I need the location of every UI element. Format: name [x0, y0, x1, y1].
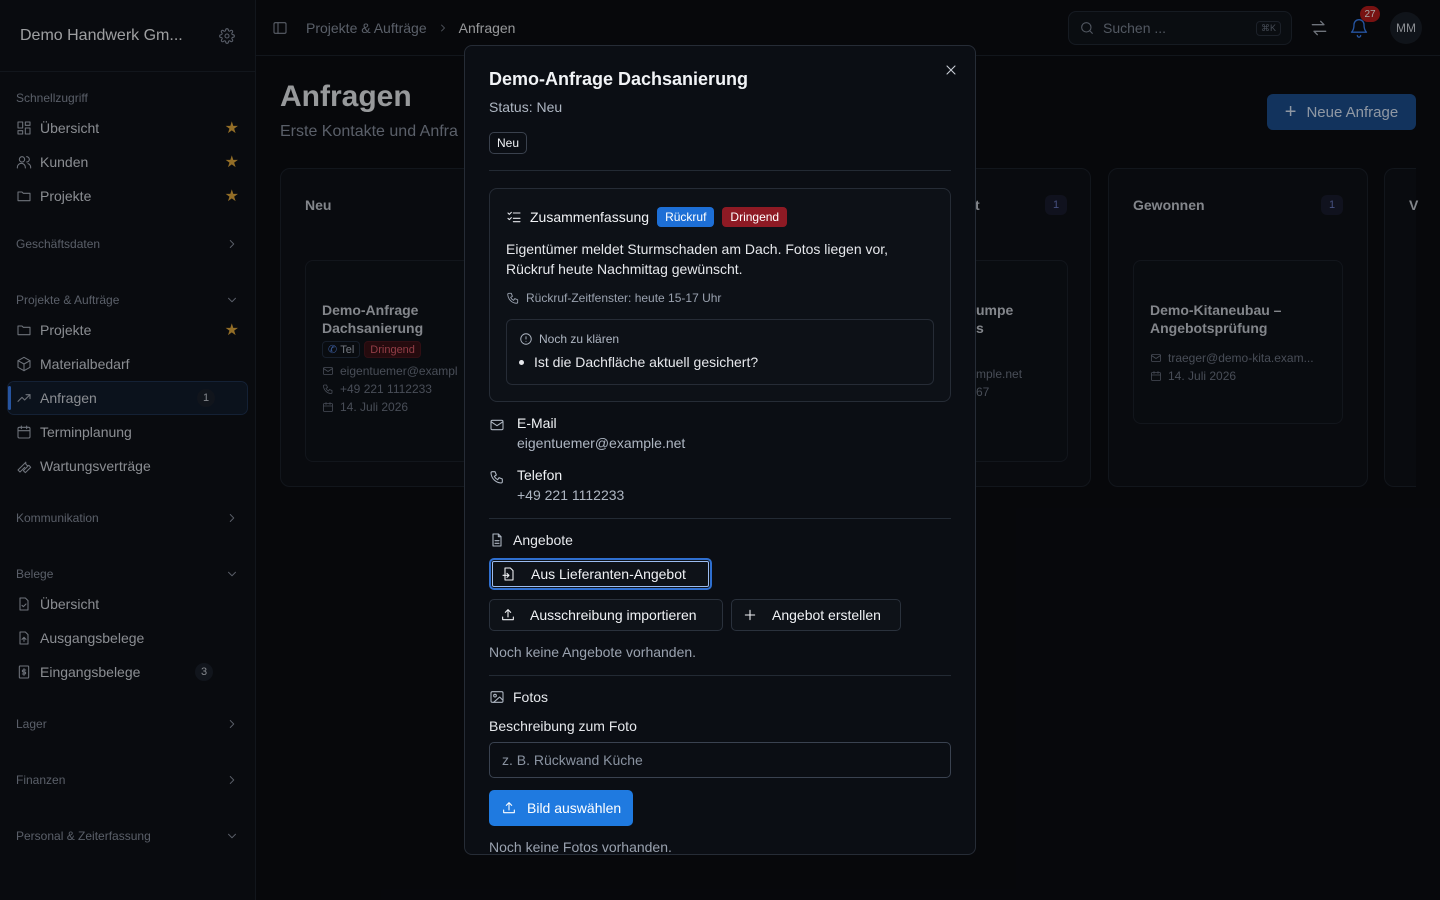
choose-image-button[interactable]: Bild auswählen	[489, 790, 634, 826]
photos-title: Fotos	[513, 689, 549, 705]
bullet	[519, 359, 524, 365]
upload-icon	[502, 609, 514, 621]
create-offer-button[interactable]: Angebot erstellen	[731, 599, 901, 631]
open-question-text: Ist die Dachfläche aktuell gesichert?	[534, 354, 759, 370]
summary-text: Eigentümer meldet Sturmschaden am Dach. …	[506, 241, 889, 277]
callback-window-text: Rückruf-Zeitfenster: heute 15-17 Uhr	[526, 291, 722, 305]
from-supplier-offer-button[interactable]: Aus Lieferanten-Angebot	[489, 558, 712, 590]
summary-header: Zusammenfassung Rückruf Dringend	[506, 207, 788, 227]
offers-empty: Noch keine Angebote vorhanden.	[489, 644, 697, 660]
callback-window: Rückruf-Zeitfenster: heute 15-17 Uhr	[506, 291, 721, 305]
dialog-title: Demo-Anfrage Dachsanierung	[489, 69, 749, 89]
close-icon[interactable]	[943, 62, 959, 78]
callback-badge: Rückruf	[657, 207, 715, 227]
photos-empty: Noch keine Fotos vorhanden.	[489, 839, 672, 855]
phone-icon	[490, 471, 503, 484]
offers-title: Angebote	[513, 532, 573, 548]
urgent-badge: Dringend	[722, 207, 788, 227]
offers-header: Angebote	[489, 532, 573, 548]
image-icon	[490, 691, 504, 703]
phone-label: Telefon	[517, 467, 563, 483]
dialog-status: Status: Neu	[489, 99, 563, 115]
button-label: Ausschreibung importieren	[530, 607, 697, 623]
file-import-icon	[502, 567, 514, 581]
upload-icon	[503, 802, 515, 814]
button-label: Angebot erstellen	[772, 607, 881, 623]
photos-header: Fotos	[489, 689, 548, 705]
plus-icon	[744, 609, 756, 621]
contact-email: E-Mail eigentuemer@example.net	[489, 415, 685, 451]
mail-icon	[490, 419, 504, 431]
list-item: Ist die Dachfläche aktuell gesichert?	[519, 354, 758, 370]
import-tender-button[interactable]: Ausschreibung importieren	[489, 599, 723, 631]
open-questions-title: Noch zu klären	[539, 332, 620, 346]
request-dialog: Demo-Anfrage Dachsanierung Status: Neu N…	[464, 45, 976, 855]
divider	[489, 675, 951, 676]
summary-title: Zusammenfassung	[530, 209, 650, 225]
contact-phone: Telefon +49 221 1112233	[489, 467, 624, 503]
photo-description-input[interactable]	[489, 742, 951, 778]
email-label: E-Mail	[517, 415, 557, 431]
document-icon	[492, 533, 502, 547]
photo-description-label: Beschreibung zum Foto	[489, 718, 637, 734]
info-icon	[520, 333, 532, 345]
open-questions: Noch zu klären Ist die Dachfläche aktuel…	[506, 319, 934, 385]
phone-icon	[507, 292, 519, 304]
divider	[489, 170, 951, 171]
button-label: Aus Lieferanten-Angebot	[531, 566, 686, 582]
summary-box: Zusammenfassung Rückruf Dringend Eigentü…	[489, 188, 951, 402]
divider	[489, 518, 951, 519]
phone-value[interactable]: +49 221 1112233	[517, 487, 624, 503]
button-label: Bild auswählen	[527, 800, 622, 816]
open-questions-header: Noch zu klären	[519, 332, 619, 346]
status-badge: Neu	[489, 132, 528, 154]
email-value[interactable]: eigentuemer@example.net	[517, 435, 685, 451]
list-check-icon	[507, 211, 521, 223]
